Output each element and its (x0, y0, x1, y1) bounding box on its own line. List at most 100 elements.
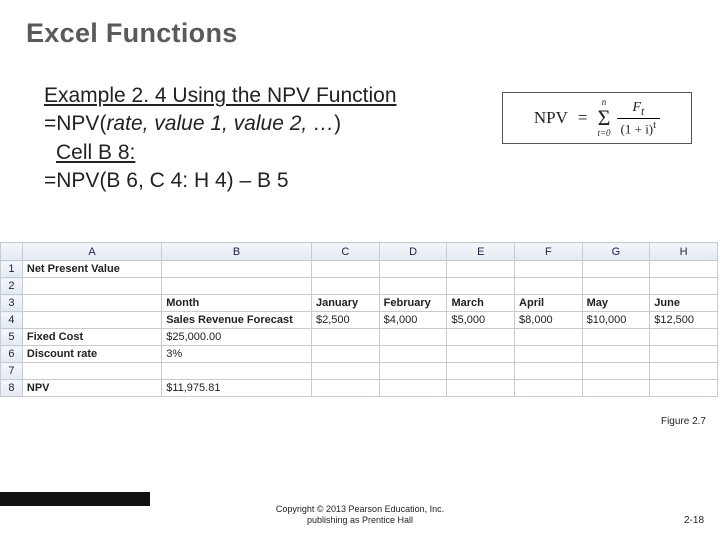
column-header (1, 243, 23, 261)
cell (311, 278, 379, 295)
cell: January (311, 295, 379, 312)
cell: Month (162, 295, 312, 312)
cell: March (447, 295, 515, 312)
slide: Excel Functions Example 2. 4 Using the N… (0, 0, 720, 540)
cell (582, 363, 650, 380)
cell: $8,000 (515, 312, 583, 329)
cell (582, 261, 650, 278)
column-header: D (379, 243, 447, 261)
row-header: 3 (1, 295, 23, 312)
cell (162, 261, 312, 278)
cell: $12,500 (650, 312, 718, 329)
denominator-base: (1 + i) (621, 121, 654, 136)
figure-caption: Figure 2.7 (661, 416, 706, 427)
table-row: 4Sales Revenue Forecast$2,500$4,000$5,00… (1, 312, 718, 329)
cell (311, 363, 379, 380)
table-row: 8NPV$11,975.81 (1, 380, 718, 397)
cell (22, 295, 161, 312)
copyright-line2: publishing as Prentice Hall (0, 515, 720, 526)
cell: Net Present Value (22, 261, 161, 278)
equals-sign: = (578, 108, 588, 128)
cell (582, 278, 650, 295)
page-number: 2-18 (684, 515, 704, 526)
body-text: Example 2. 4 Using the NPV Function =NPV… (44, 82, 520, 195)
cell: $5,000 (447, 312, 515, 329)
table-row: 3MonthJanuaryFebruaryMarchAprilMayJune (1, 295, 718, 312)
formula-lhs: NPV (534, 108, 568, 128)
denominator-exp: t (653, 119, 656, 131)
cell (311, 329, 379, 346)
cell: May (582, 295, 650, 312)
cell: NPV (22, 380, 161, 397)
cell (379, 278, 447, 295)
column-header: H (650, 243, 718, 261)
npv-formula-box: NPV = n Σ t=0 Ft (1 + i)t (502, 92, 692, 144)
numerator-sub: t (641, 104, 644, 117)
row-header: 2 (1, 278, 23, 295)
cell: Fixed Cost (22, 329, 161, 346)
cell (515, 363, 583, 380)
cell (22, 278, 161, 295)
cell (447, 329, 515, 346)
cell-formula: =NPV(B 6, C 4: H 4) – B 5 (44, 167, 520, 195)
cell (447, 363, 515, 380)
cell (650, 363, 718, 380)
cell (515, 329, 583, 346)
cell (650, 380, 718, 397)
cell (650, 278, 718, 295)
page-title: Excel Functions (26, 18, 238, 49)
cell: Sales Revenue Forecast (162, 312, 312, 329)
cell (447, 278, 515, 295)
spreadsheet: ABCDEFGH1Net Present Value23MonthJanuary… (0, 242, 720, 397)
cell (379, 329, 447, 346)
cell (311, 380, 379, 397)
cell (311, 346, 379, 363)
row-header: 1 (1, 261, 23, 278)
table-row: 7 (1, 363, 718, 380)
cell (515, 346, 583, 363)
npv-syntax-line: =NPV(rate, value 1, value 2, …) (44, 110, 520, 138)
column-header: C (311, 243, 379, 261)
cell (515, 380, 583, 397)
fraction: Ft (1 + i)t (617, 101, 661, 136)
cell (379, 380, 447, 397)
cell (379, 363, 447, 380)
cell (447, 261, 515, 278)
cell: 3% (162, 346, 312, 363)
cell (582, 329, 650, 346)
cell (22, 312, 161, 329)
copyright-line1: Copyright © 2013 Pearson Education, Inc. (0, 504, 720, 515)
column-header: F (515, 243, 583, 261)
cell (650, 329, 718, 346)
table-row: 2 (1, 278, 718, 295)
cell: $10,000 (582, 312, 650, 329)
cell (515, 261, 583, 278)
cell: $4,000 (379, 312, 447, 329)
table-row: 1Net Present Value (1, 261, 718, 278)
cell (22, 363, 161, 380)
table-row: 6Discount rate3% (1, 346, 718, 363)
table-row: 5Fixed Cost$25,000.00 (1, 329, 718, 346)
cell (582, 380, 650, 397)
cell (311, 261, 379, 278)
sigma-lower: t=0 (597, 129, 610, 138)
cell: February (379, 295, 447, 312)
row-header: 7 (1, 363, 23, 380)
cell (515, 278, 583, 295)
example-heading: Example 2. 4 Using the NPV Function (44, 82, 520, 110)
cell (447, 380, 515, 397)
numerator-var: F (632, 100, 641, 115)
cell: Discount rate (22, 346, 161, 363)
npv-syntax-pre: =NPV( (44, 112, 106, 135)
summation-symbol: n Σ t=0 (597, 98, 610, 138)
column-header: E (447, 243, 515, 261)
cell (447, 346, 515, 363)
cell (162, 363, 312, 380)
cell (162, 278, 312, 295)
cell (379, 346, 447, 363)
row-header: 8 (1, 380, 23, 397)
cell (650, 346, 718, 363)
row-header: 4 (1, 312, 23, 329)
cell (582, 346, 650, 363)
row-header: 6 (1, 346, 23, 363)
